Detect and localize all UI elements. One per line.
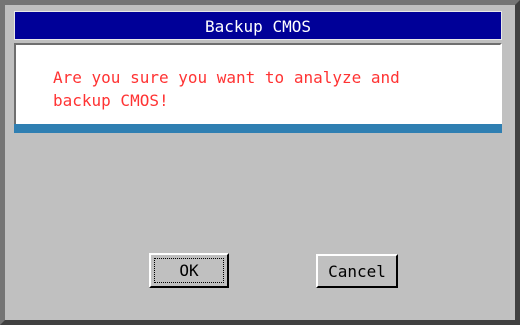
confirmation-message: Are you sure you want to analyze and bac… xyxy=(53,68,400,110)
ok-button-label: OK xyxy=(179,261,199,280)
dialog-title: Backup CMOS xyxy=(14,11,502,40)
cancel-button[interactable]: Cancel xyxy=(316,254,398,288)
ok-button[interactable]: OK xyxy=(149,253,229,288)
message-panel-bar xyxy=(14,124,502,133)
cancel-button-label: Cancel xyxy=(328,262,386,281)
